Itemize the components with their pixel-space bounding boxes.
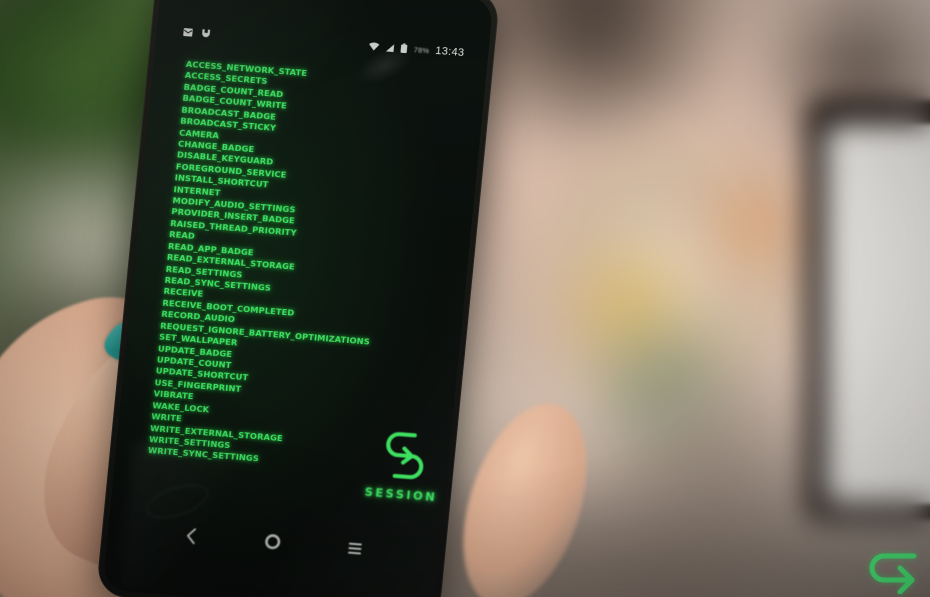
green-arrow-cursor-icon <box>869 553 917 594</box>
photo-scene: 78% 13:43 ACCESS_NETWORK_STATEACCESS_SEC… <box>0 0 930 597</box>
phone-screen: 78% 13:43 ACCESS_NETWORK_STATEACCESS_SEC… <box>102 0 494 597</box>
screen-sheen <box>102 0 494 597</box>
phone-device: 78% 13:43 ACCESS_NETWORK_STATEACCESS_SEC… <box>95 0 501 597</box>
